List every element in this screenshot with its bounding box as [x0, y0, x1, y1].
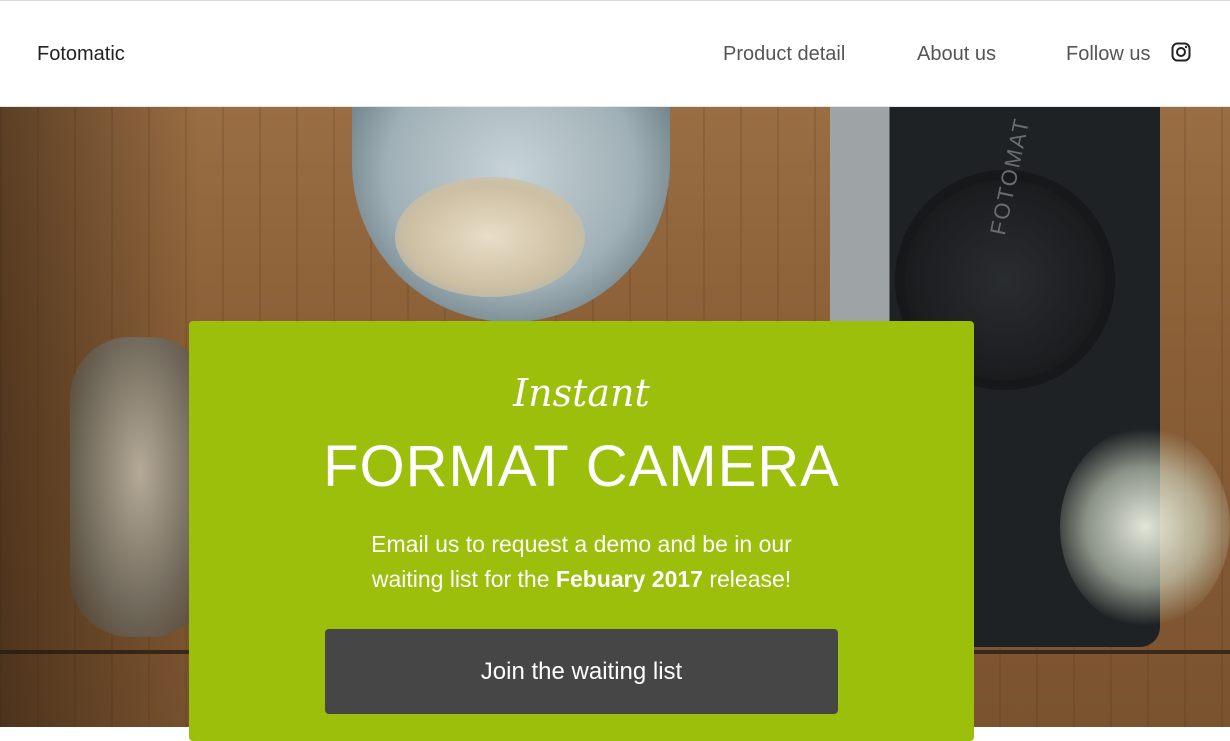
card-description: Email us to request a demo and be in our… [189, 527, 974, 597]
join-waiting-list-button[interactable]: Join the waiting list [325, 629, 838, 714]
desc-prefix: waiting list for the [371, 566, 556, 592]
nav-product-detail[interactable]: Product detail [723, 43, 845, 66]
card-title: FORMAT CAMERA [323, 434, 840, 499]
nav-about-us[interactable]: About us [917, 43, 996, 66]
flower-image [1060, 427, 1230, 627]
card-script-heading: Instant [513, 371, 650, 415]
bowl-contents [395, 177, 585, 297]
nav-follow-us[interactable]: Follow us [1066, 43, 1150, 66]
desc-suffix: release! [702, 566, 792, 592]
promo-card: Instant FORMAT CAMERA Email us to reques… [189, 321, 974, 741]
desc-release-date: Febuary 2017 [555, 566, 703, 592]
instagram-icon[interactable] [1171, 42, 1191, 62]
site-header: Fotomatic Product detail About us Follow… [0, 0, 1230, 107]
desc-line-1: Email us to request a demo and be in our [371, 531, 792, 557]
brand-logo[interactable]: Fotomatic [37, 43, 125, 66]
